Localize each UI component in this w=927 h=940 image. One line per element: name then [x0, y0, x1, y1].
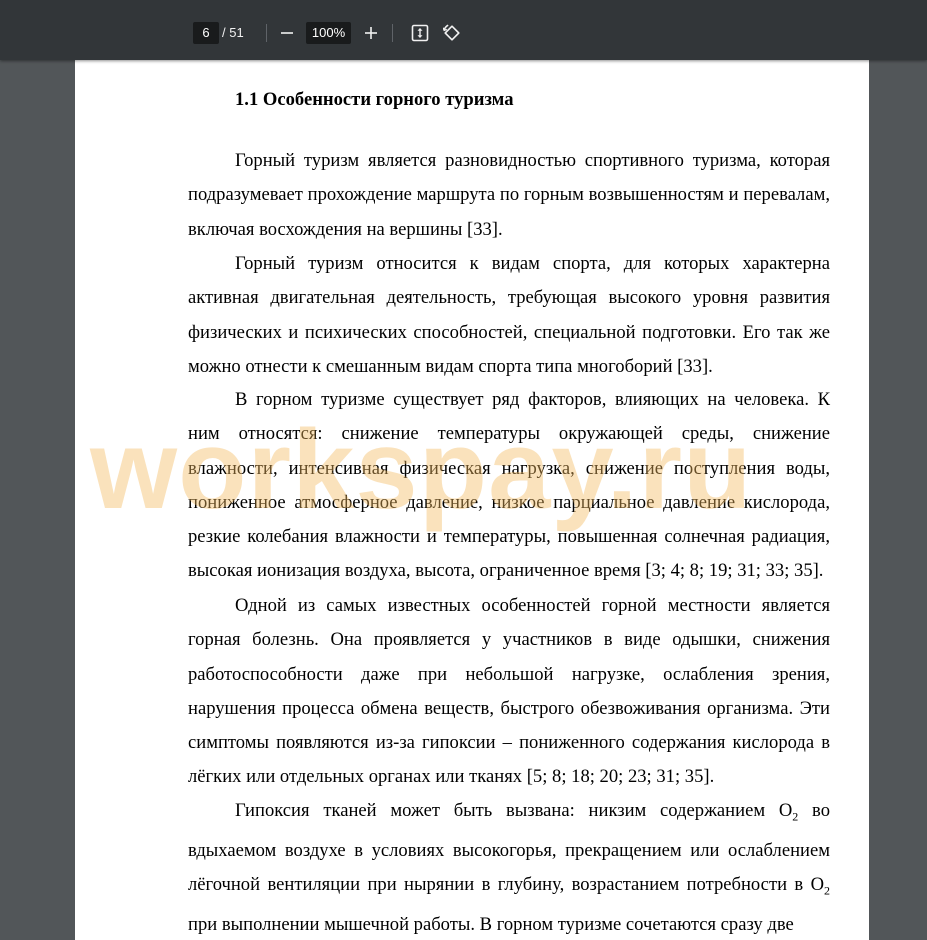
plus-icon — [365, 27, 377, 39]
rotate-button[interactable] — [437, 18, 467, 48]
zoom-level-input[interactable] — [306, 22, 351, 44]
page-total-label: / 51 — [222, 25, 244, 40]
fit-to-page-button[interactable] — [405, 18, 435, 48]
toolbar-divider — [266, 24, 267, 42]
toolbar-divider — [392, 24, 393, 42]
section-heading: 1.1 Особенности горного туризма — [235, 89, 514, 110]
minus-icon — [281, 32, 293, 34]
paragraph-1: Горный туризм является разновидностью сп… — [188, 150, 830, 240]
paragraph-4: Одной из самых известных особенностей го… — [188, 595, 830, 788]
zoom-in-button[interactable] — [356, 18, 386, 48]
oxygen-subscript: 2 — [824, 884, 830, 899]
paragraph-2: Горный туризм относится к видам спорта, … — [188, 253, 830, 377]
paragraph-5-text-a: Гипоксия тканей может быть вызвана: никз… — [235, 800, 793, 821]
document-page: 1.1 Особенности горного туризма Горный т… — [75, 60, 869, 940]
page-number-input[interactable] — [193, 22, 219, 44]
paragraph-5: Гипоксия тканей может быть вызвана: никз… — [188, 794, 830, 940]
paragraph-3: В горном туризме существует ряд факторов… — [188, 389, 830, 582]
rotate-icon — [443, 24, 460, 41]
pdf-toolbar: / 51 — [0, 0, 927, 60]
zoom-out-button[interactable] — [272, 18, 302, 48]
fit-page-icon — [411, 24, 429, 42]
paragraph-5-text-c: при выполнении мышечной работы. В горном… — [188, 914, 794, 936]
